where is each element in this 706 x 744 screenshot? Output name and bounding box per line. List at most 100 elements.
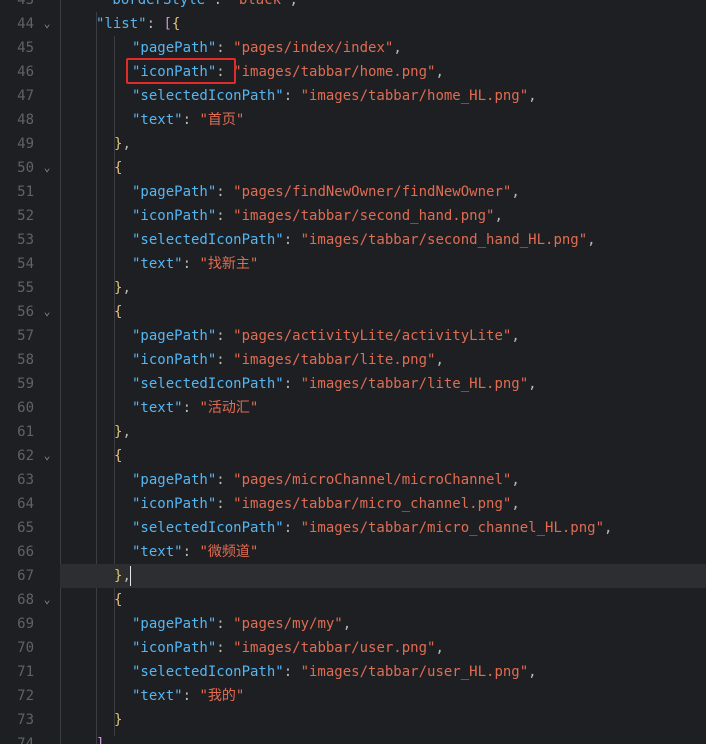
code-token: "pages/my/my"	[233, 616, 343, 632]
code-token: :	[216, 328, 234, 344]
line-number: 49	[17, 136, 34, 152]
code-editor[interactable]: 43 "borderStyle": "black", 44 ⌄ "list": [{45…	[0, 0, 706, 744]
code-line[interactable]: 53 "selectedIconPath": "images/tabbar/sec…	[0, 228, 706, 252]
code-line[interactable]: 50 ⌄ {	[0, 156, 706, 180]
code-line[interactable]: 67},	[17, 564, 706, 588]
code-token: [	[163, 16, 172, 32]
code-content: "selectedIconPath": "images/tabbar/micro…	[132, 516, 612, 540]
code-token: :	[182, 400, 200, 416]
code-line[interactable]: 49},	[0, 132, 706, 156]
code-line[interactable]: 47 "selectedIconPath": "images/tabbar/hom…	[0, 84, 706, 108]
code-line[interactable]: 72 "text": "我的"	[0, 684, 706, 708]
code-token: "iconPath"	[132, 640, 217, 656]
code-line[interactable]: 62 ⌄ {	[0, 444, 706, 468]
line-number: 44	[17, 16, 34, 32]
code-line[interactable]: 44 ⌄ "list": [{	[0, 12, 706, 36]
code-line[interactable]: 59 "selectedIconPath": "images/tabbar/lit…	[0, 372, 706, 396]
code-token: "pagePath"	[132, 472, 217, 488]
code-token: :	[182, 688, 200, 704]
code-content: "selectedIconPath": "images/tabbar/lite_…	[132, 372, 537, 396]
code-token: {	[114, 592, 123, 608]
code-line[interactable]: 54 "text": "找新主"	[0, 252, 706, 276]
code-line[interactable]: 74]	[0, 732, 706, 744]
code-content: {	[114, 444, 122, 468]
code-content: "selectedIconPath": "images/tabbar/secon…	[132, 228, 596, 252]
line-number: 51	[17, 184, 34, 200]
code-content: "list": [{	[96, 12, 180, 36]
code-line[interactable]: 64 "iconPath": "images/tabbar/micro_chann…	[0, 492, 706, 516]
code-token: ,	[435, 64, 444, 80]
code-token: ,	[342, 616, 352, 632]
code-token: ,	[435, 352, 444, 368]
code-line[interactable]: 55},	[0, 276, 706, 300]
fold-chevron-icon[interactable]: ⌄	[41, 444, 53, 468]
code-line[interactable]: 60 "text": "活动汇"	[0, 396, 706, 420]
code-token: }	[114, 712, 123, 728]
fold-chevron-icon[interactable]: ⌄	[41, 588, 53, 612]
line-number: 54	[17, 256, 34, 272]
line-number: 74	[17, 736, 34, 744]
code-content: {	[114, 300, 122, 324]
line-number: 73	[17, 712, 34, 728]
line-number: 50	[17, 160, 34, 176]
code-line[interactable]: 57 "pagePath": "pages/activityLite/activi…	[0, 324, 706, 348]
code-line[interactable]: 71 "selectedIconPath": "images/tabbar/use…	[0, 660, 706, 684]
code-line[interactable]: 45 "pagePath": "pages/index/index",	[0, 36, 706, 60]
code-line[interactable]: 69 "pagePath": "pages/my/my",	[0, 612, 706, 636]
code-token: ,	[587, 232, 596, 248]
code-content: },	[114, 420, 131, 444]
code-line[interactable]: 43 "borderStyle": "black",	[0, 0, 706, 12]
code-token: "list"	[96, 16, 147, 32]
code-token: "pages/microChannel/microChannel"	[233, 472, 512, 488]
line-number: 52	[17, 208, 34, 224]
code-token: {	[114, 160, 123, 176]
fold-chevron-icon[interactable]: ⌄	[41, 12, 53, 36]
code-token: ,	[528, 376, 537, 392]
code-line[interactable]: 63 "pagePath": "pages/microChannel/microC…	[0, 468, 706, 492]
line-number: 64	[17, 496, 34, 512]
code-content: },	[114, 276, 131, 300]
code-line[interactable]: 56 ⌄ {	[0, 300, 706, 324]
code-token: "pages/activityLite/activityLite"	[233, 328, 512, 344]
code-token: :	[216, 616, 234, 632]
code-token: :	[216, 184, 234, 200]
line-number: 62	[17, 448, 34, 464]
code-token: :	[182, 544, 200, 560]
code-token: "text"	[132, 112, 183, 128]
fold-chevron-icon[interactable]: ⌄	[41, 300, 53, 324]
code-token: "pages/findNewOwner/findNewOwner"	[233, 184, 512, 200]
code-token: "pagePath"	[132, 184, 217, 200]
code-token: :	[216, 40, 234, 56]
line-number: 72	[17, 688, 34, 704]
code-token: "images/tabbar/second_hand_HL.png"	[300, 232, 588, 248]
code-content: "iconPath": "images/tabbar/user.png",	[132, 636, 444, 660]
code-line[interactable]: 51 "pagePath": "pages/findNewOwner/findNe…	[0, 180, 706, 204]
line-number: 47	[17, 88, 34, 104]
code-token: :	[283, 664, 301, 680]
code-line[interactable]: 65 "selectedIconPath": "images/tabbar/mic…	[0, 516, 706, 540]
code-line[interactable]: 66 "text": "微频道"	[0, 540, 706, 564]
code-token: "text"	[132, 688, 183, 704]
fold-chevron-icon[interactable]: ⌄	[41, 156, 53, 180]
code-line[interactable]: 61},	[0, 420, 706, 444]
code-line[interactable]: 46 "iconPath": "images/tabbar/home.png",	[0, 60, 706, 84]
code-line[interactable]: 52 "iconPath": "images/tabbar/second_hand…	[0, 204, 706, 228]
code-token: "找新主"	[199, 256, 259, 272]
line-number: 65	[17, 520, 34, 536]
code-token: "selectedIconPath"	[132, 376, 284, 392]
code-line[interactable]: 48 "text": "首页"	[0, 108, 706, 132]
code-token: {	[114, 448, 123, 464]
code-token: "images/tabbar/user.png"	[233, 640, 436, 656]
code-token: ,	[604, 520, 613, 536]
code-token: ,	[511, 496, 520, 512]
line-number: 69	[17, 616, 34, 632]
code-content: "pagePath": "pages/findNewOwner/findNewO…	[132, 180, 520, 204]
code-token: :	[216, 352, 234, 368]
code-line[interactable]: 70 "iconPath": "images/tabbar/user.png",	[0, 636, 706, 660]
code-token: ,	[122, 280, 131, 296]
code-line[interactable]: 73}	[0, 708, 706, 732]
code-token: "images/tabbar/lite_HL.png"	[300, 376, 529, 392]
code-token: "images/tabbar/micro_channel.png"	[233, 496, 512, 512]
code-line[interactable]: 68 ⌄ {	[0, 588, 706, 612]
code-line[interactable]: 58 "iconPath": "images/tabbar/lite.png",	[0, 348, 706, 372]
